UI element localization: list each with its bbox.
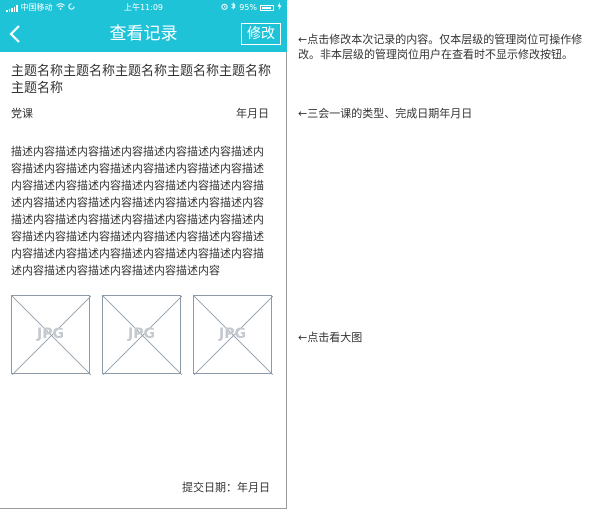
record-date: 年月日 <box>236 107 269 120</box>
charging-icon <box>277 0 282 16</box>
battery-icon <box>260 5 274 11</box>
phone-screen: 中国移动 上午11:09 95% 查看记录 修改 主题名称主题名称主题名称主题名… <box>0 0 287 509</box>
record-type: 党课 <box>11 107 33 120</box>
image-thumbnail-1[interactable]: JPG <box>11 295 91 375</box>
record-description: 描述内容描述内容描述内容描述内容描述内容描述内容描述内容描述内容描述内容描述内容… <box>11 145 264 277</box>
image-thumbnail-2[interactable]: JPG <box>102 295 182 375</box>
alarm-icon <box>221 0 228 16</box>
image-label: JPG <box>128 326 155 342</box>
image-label: JPG <box>37 326 64 342</box>
submit-date: 提交日期：年月日 <box>182 481 270 494</box>
annotation-image: ←点击看大图 <box>298 331 363 344</box>
record-subject: 主题名称主题名称主题名称主题名称主题名称主题名称 <box>11 64 272 96</box>
edit-button[interactable]: 修改 <box>241 23 281 45</box>
status-right: 95% <box>221 0 282 16</box>
image-gallery: JPG JPG JPG <box>11 295 273 375</box>
nav-bar: 查看记录 修改 <box>0 16 287 52</box>
annotation-type: ←三会一课的类型、完成日期年月日 <box>298 107 473 120</box>
bluetooth-icon <box>231 0 236 16</box>
image-thumbnail-3[interactable]: JPG <box>193 295 273 375</box>
battery-percent: 95% <box>239 3 257 12</box>
image-label: JPG <box>219 326 246 342</box>
annotation-edit: ←点击修改本次记录的内容。仅本层级的管理岗位可操作修改。非本层级的管理岗位用户在… <box>298 33 583 61</box>
status-bar: 中国移动 上午11:09 95% <box>0 0 287 16</box>
